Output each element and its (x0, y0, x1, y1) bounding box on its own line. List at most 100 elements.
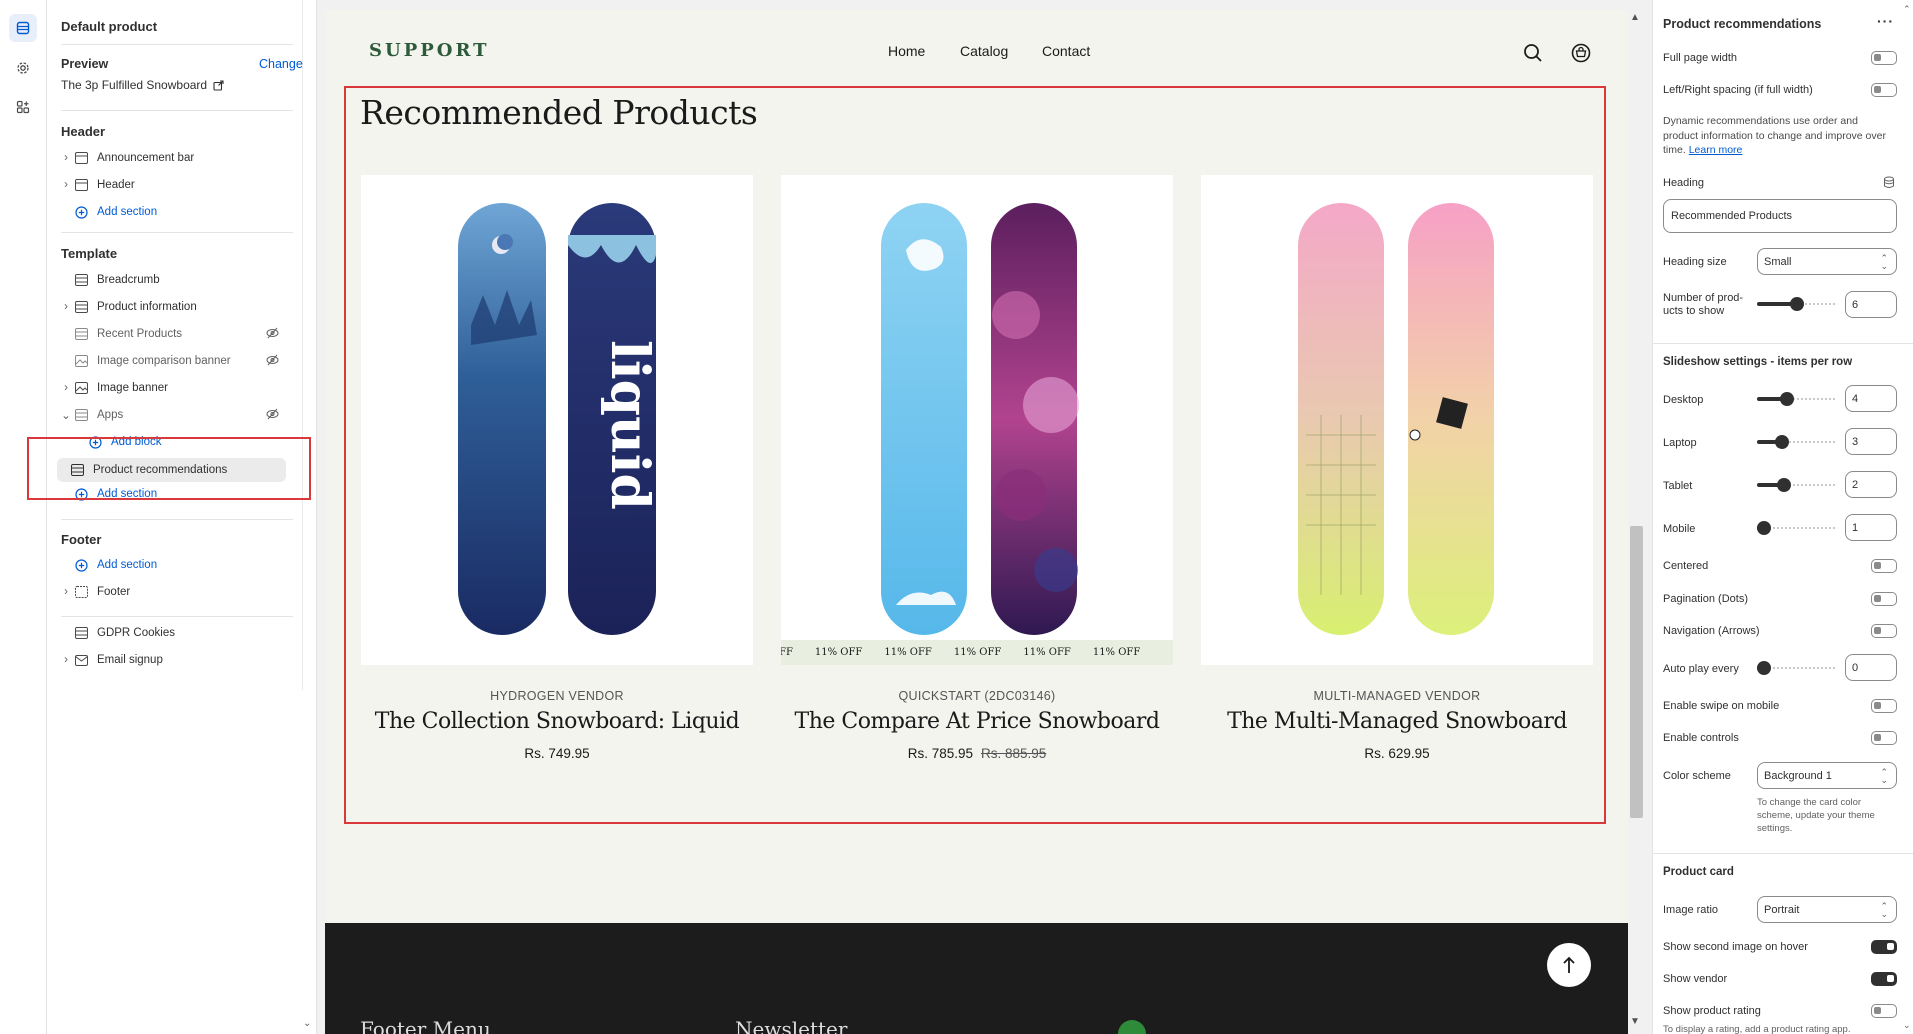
swipe-label: Enable swipe on mobile (1663, 700, 1780, 712)
section-label: Header (97, 179, 135, 191)
scrollbar-thumb[interactable] (1630, 526, 1643, 818)
section-recent-products[interactable]: Recent Products (59, 322, 291, 346)
marquee-item: 11% OFF (814, 647, 863, 658)
sections-icon[interactable] (9, 14, 37, 42)
tablet-input[interactable]: 2 (1845, 471, 1897, 498)
product-image[interactable]: liquid (361, 175, 753, 665)
autoplay-slider[interactable] (1757, 661, 1837, 675)
preview-scrollbar[interactable] (1628, 10, 1645, 1034)
section-label: Email signup (97, 654, 163, 666)
chevron-right-icon[interactable]: › (59, 382, 73, 394)
section-image-comparison-banner[interactable]: Image comparison banner (59, 349, 291, 373)
centered-toggle[interactable] (1871, 559, 1897, 573)
product-card[interactable]: MULTI-MANAGED VENDOR The Multi-Managed S… (1201, 175, 1593, 761)
nav-contact[interactable]: Contact (1042, 43, 1090, 59)
chevron-down-icon[interactable]: ⌄ (59, 408, 73, 422)
section-footer[interactable]: › Footer (59, 580, 291, 604)
more-options-icon[interactable]: ··· (1877, 13, 1894, 29)
database-icon[interactable] (1883, 176, 1895, 192)
image-ratio-select[interactable]: Portrait ⌃ ⌄ (1757, 896, 1897, 923)
add-section-header[interactable]: Add section (59, 200, 291, 224)
product-image[interactable]: FF 11% OFF 11% OFF 11% OFF 11% OFF 11% O… (781, 175, 1173, 665)
controls-toggle[interactable] (1871, 731, 1897, 745)
show-rating-toggle[interactable] (1871, 1004, 1897, 1018)
slider-knob[interactable] (1776, 478, 1791, 492)
heading-size-select[interactable]: Small ⌃ ⌄ (1757, 248, 1897, 275)
newsletter-heading: Newsletter (735, 1017, 848, 1034)
navigation-toggle[interactable] (1871, 624, 1897, 638)
show-vendor-toggle[interactable] (1871, 972, 1897, 986)
scroll-up-arrow-icon[interactable]: ▲ (1630, 12, 1640, 23)
store-logo[interactable]: SUPPORT (369, 40, 489, 61)
section-gdpr-cookies[interactable]: GDPR Cookies (59, 621, 291, 645)
slider-knob[interactable] (1774, 435, 1789, 449)
product-card[interactable]: FF 11% OFF 11% OFF 11% OFF 11% OFF 11% O… (781, 175, 1173, 761)
scroll-down-arrow-icon[interactable]: ▼ (1630, 1016, 1640, 1027)
chevron-down-icon[interactable]: ⌄ (303, 1018, 311, 1029)
section-label: Image comparison banner (97, 355, 231, 367)
product-title[interactable]: The Compare At Price Snowboard (781, 709, 1173, 734)
product-price: Rs. 749.95 (361, 746, 753, 761)
nav-catalog[interactable]: Catalog (960, 43, 1008, 59)
mobile-slider[interactable] (1757, 521, 1837, 535)
section-breadcrumb[interactable]: Breadcrumb (59, 268, 291, 292)
slider-knob[interactable] (1780, 392, 1795, 406)
product-image[interactable] (1201, 175, 1593, 665)
recommendations-info: Dynamic recommendations use order and pr… (1663, 114, 1891, 158)
full-page-width-toggle[interactable] (1871, 51, 1897, 65)
laptop-input[interactable]: 3 (1845, 428, 1897, 455)
section-product-information[interactable]: › Product information (59, 295, 291, 319)
product-card[interactable]: liquid HYDROGEN VENDOR The Collection Sn… (361, 175, 753, 761)
chevron-right-icon[interactable]: › (59, 301, 73, 313)
preview-product[interactable]: The 3p Fulfilled Snowboard (61, 78, 224, 92)
chevron-right-icon[interactable]: › (59, 179, 73, 191)
section-email-signup[interactable]: › Email signup (59, 648, 291, 672)
second-image-toggle[interactable] (1871, 940, 1897, 954)
autoplay-input[interactable]: 0 (1845, 654, 1897, 681)
desktop-slider[interactable] (1757, 392, 1837, 406)
product-title[interactable]: The Multi-Managed Snowboard (1201, 709, 1593, 734)
heading-size-label: Heading size (1663, 256, 1727, 268)
product-title[interactable]: The Collection Snowboard: Liquid (361, 709, 753, 734)
section-icon (75, 626, 91, 640)
change-preview-link[interactable]: Change (259, 57, 303, 71)
eye-hidden-icon[interactable] (266, 354, 279, 369)
laptop-slider[interactable] (1757, 435, 1837, 449)
autoplay-label: Auto play every (1663, 663, 1739, 675)
eye-hidden-icon[interactable] (266, 408, 279, 423)
panel-scroll-up-icon[interactable]: ⌃ (1903, 4, 1911, 15)
scroll-to-top-button[interactable] (1547, 943, 1591, 987)
pagination-toggle[interactable] (1871, 592, 1897, 606)
lr-spacing-toggle[interactable] (1871, 83, 1897, 97)
footer-band (325, 923, 1628, 1034)
swipe-toggle[interactable] (1871, 699, 1897, 713)
color-scheme-select[interactable]: Background 1 ⌃ ⌄ (1757, 762, 1897, 789)
learn-more-link[interactable]: Learn more (1689, 144, 1743, 156)
cart-icon[interactable] (1571, 43, 1591, 66)
section-apps[interactable]: ⌄ Apps (59, 403, 291, 427)
gear-icon[interactable] (9, 54, 37, 82)
divider (1653, 343, 1913, 344)
apps-icon[interactable] (9, 93, 37, 121)
slider-knob[interactable] (1757, 661, 1771, 675)
section-header[interactable]: › Header (59, 173, 291, 197)
slider-knob[interactable] (1757, 521, 1771, 535)
add-section-footer[interactable]: Add section (59, 553, 291, 577)
nav-home[interactable]: Home (888, 43, 925, 59)
mobile-input[interactable]: 1 (1845, 514, 1897, 541)
chevron-right-icon[interactable]: › (59, 586, 73, 598)
num-products-slider[interactable] (1757, 297, 1837, 311)
chevron-right-icon[interactable]: › (59, 654, 73, 666)
panel-scroll-down-icon[interactable]: ⌄ (1903, 1020, 1911, 1031)
eye-hidden-icon[interactable] (266, 327, 279, 342)
search-icon[interactable] (1523, 43, 1543, 66)
section-icon (75, 408, 91, 422)
section-image-banner[interactable]: › Image banner (59, 376, 291, 400)
num-products-input[interactable]: 6 (1845, 291, 1897, 318)
desktop-input[interactable]: 4 (1845, 385, 1897, 412)
tablet-slider[interactable] (1757, 478, 1837, 492)
section-announcement-bar[interactable]: › Announcement bar (59, 146, 291, 170)
slider-knob[interactable] (1790, 297, 1804, 311)
chevron-right-icon[interactable]: › (59, 152, 73, 164)
heading-input[interactable]: Recommended Products (1663, 199, 1897, 233)
